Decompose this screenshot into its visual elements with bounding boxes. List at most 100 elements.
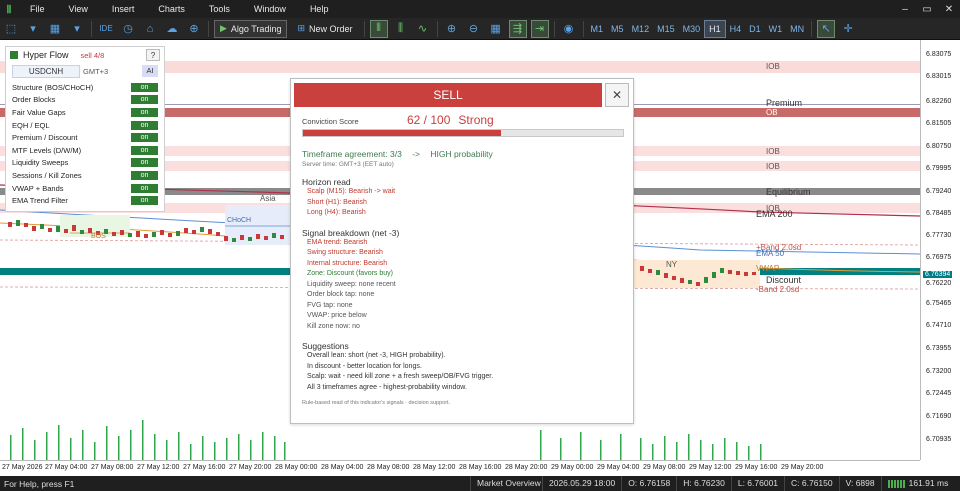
toggle-fvg[interactable]: on [131,107,158,117]
indicator-header[interactable]: Hyper Flow sell 4/8 ? [6,47,164,63]
zoom-out-icon[interactable]: ⊖ [465,20,483,38]
status-bar: For Help, press F1 Market Overview 2026.… [0,476,960,491]
timeframe-h1[interactable]: H1 [704,19,726,38]
time-tick: 28 May 08:00 [367,464,410,471]
help-button[interactable]: ? [146,49,160,61]
profiles-icon[interactable]: ▦ [46,20,64,38]
toolbar-separator [208,20,209,37]
horizon-short: Short (H1): Bearish [307,198,367,206]
cursor-icon[interactable]: ↖ [817,19,836,38]
price-tick: 6.76975 [926,254,952,261]
toggle-eqh-eql[interactable]: on [131,120,158,130]
cloud-icon[interactable]: ☁ [163,20,181,38]
price-axis[interactable]: 6.83075 6.83015 6.82260 6.81505 6.80750 … [920,40,960,460]
toggle-label: EMA Trend Filter [12,196,68,206]
price-tick: 6.71690 [926,413,952,420]
toggle-sessions[interactable]: on [131,170,158,180]
menu-insert[interactable]: Insert [100,4,147,14]
indicator-symbol-row: USDCNH GMT+3 AI [6,63,164,79]
algo-trading-button[interactable]: ▶ Algo Trading [214,19,288,38]
status-profile[interactable]: Market Overview [470,476,542,491]
timeframe-m5[interactable]: M5 [607,20,628,38]
timeframe-h4[interactable]: H4 [726,20,746,38]
time-tick: 29 May 12:00 [689,464,732,471]
zone-label-vwap: VWAP [756,264,780,273]
line-chart-icon[interactable]: ∿ [414,20,432,38]
status-ping: 161.91 ms [908,478,949,488]
new-order-button[interactable]: ⊞ New Order [291,20,358,38]
chart-shift-icon[interactable]: ⇥ [530,19,549,38]
ide-icon[interactable]: IDE [97,20,115,38]
conviction-score: 62 / 100 [407,113,451,127]
toggle-order-blocks[interactable]: on [131,95,158,105]
toggle-label: MTF Levels (D/W/M) [12,145,82,155]
new-chart-icon[interactable]: ⬚ [2,20,20,38]
indicator-status-icon [10,51,18,59]
crosshair-icon[interactable]: ✛ [839,20,857,38]
time-axis[interactable]: 27 May 2026 27 May 04:00 27 May 08:00 27… [0,460,920,476]
time-tick: 29 May 08:00 [643,464,686,471]
auto-scroll-icon[interactable]: ⇶ [508,19,527,38]
toolbar-separator [436,20,438,37]
tile-windows-icon[interactable]: ▦ [487,20,505,38]
candle-chart-icon[interactable]: ⫼ [392,20,410,38]
timeframe-m1[interactable]: M1 [587,20,608,38]
volume-bars [10,420,762,460]
horizon-long: Long (H4): Bearish [307,209,366,216]
time-tick: 28 May 00:00 [275,464,318,471]
toggle-mtf-levels[interactable]: on [131,145,158,155]
maximize-button[interactable]: ▭ [916,4,938,15]
conviction-bar-fill [303,130,502,136]
symbol-selector[interactable]: USDCNH [12,64,80,78]
toggle-row-eqh-eql: EQH / EQL on [12,119,158,132]
time-tick: 28 May 12:00 [413,464,456,471]
timeframe-mn[interactable]: MN [786,20,808,38]
time-tick: 27 May 2026 [2,464,43,471]
toggle-premium-discount[interactable]: on [131,133,158,143]
zone-label-ema-50: EMA 50 [756,249,785,258]
profiles-dropdown-icon[interactable]: ▾ [68,20,86,38]
close-window-button[interactable]: ✕ [938,4,960,15]
history-icon[interactable]: ◷ [119,20,137,38]
algo-trading-label: Algo Trading [230,23,282,34]
status-connection[interactable]: 161.91 ms [880,476,955,491]
zoom-in-icon[interactable]: ⊕ [443,20,461,38]
signal-strength-icon [887,479,906,488]
zone-label-band-bottom: -Band 2.0sd [756,285,800,294]
timeframe-m15[interactable]: M15 [653,20,679,38]
menu-window[interactable]: Window [242,4,298,14]
signals-icon[interactable]: ⊕ [185,20,203,38]
toggle-ema-trend[interactable]: on [131,196,158,206]
timeframe-d1[interactable]: D1 [745,20,765,38]
bar-chart-icon[interactable]: ⫴ [369,19,388,38]
status-close: C: 6.76150 [784,476,839,491]
toggle-label: Premium / Discount [12,133,78,143]
toggle-vwap[interactable]: on [131,183,158,193]
toolbar-separator [553,20,555,37]
chart-dropdown-icon[interactable]: ▾ [24,20,42,38]
breakdown-fvg: FVG tap: none [307,301,353,309]
toggle-row-ema-trend: EMA Trend Filter on [12,194,158,207]
conviction-row: Conviction Score 62 / 100 Strong [302,113,622,127]
market-icon[interactable]: ⌂ [141,20,159,38]
ai-button[interactable]: AI [142,65,158,77]
menu-help[interactable]: Help [298,4,341,14]
toggle-structure[interactable]: on [131,82,158,92]
menu-view[interactable]: View [57,4,100,14]
status-volume: V: 6898 [838,476,881,491]
breakdown-order-block: Order block tap: none [307,291,375,298]
price-tick: 6.72445 [926,390,952,397]
screenshot-icon[interactable]: ◉ [560,20,578,38]
close-dialog-button[interactable]: ✕ [605,83,629,107]
toggle-label: EQH / EQL [12,120,50,130]
minimize-button[interactable]: – [894,4,916,15]
menu-tools[interactable]: Tools [197,4,242,14]
timeframe-m30[interactable]: M30 [679,20,705,38]
timeframe-m12[interactable]: M12 [628,20,654,38]
menu-charts[interactable]: Charts [146,4,197,14]
horizon-title: Horizon read [302,177,351,187]
breakdown-ema-trend: EMA trend: Bearish [307,238,368,246]
menu-file[interactable]: File [18,4,57,14]
timeframe-w1[interactable]: W1 [765,20,787,38]
toggle-liquidity-sweeps[interactable]: on [131,158,158,168]
